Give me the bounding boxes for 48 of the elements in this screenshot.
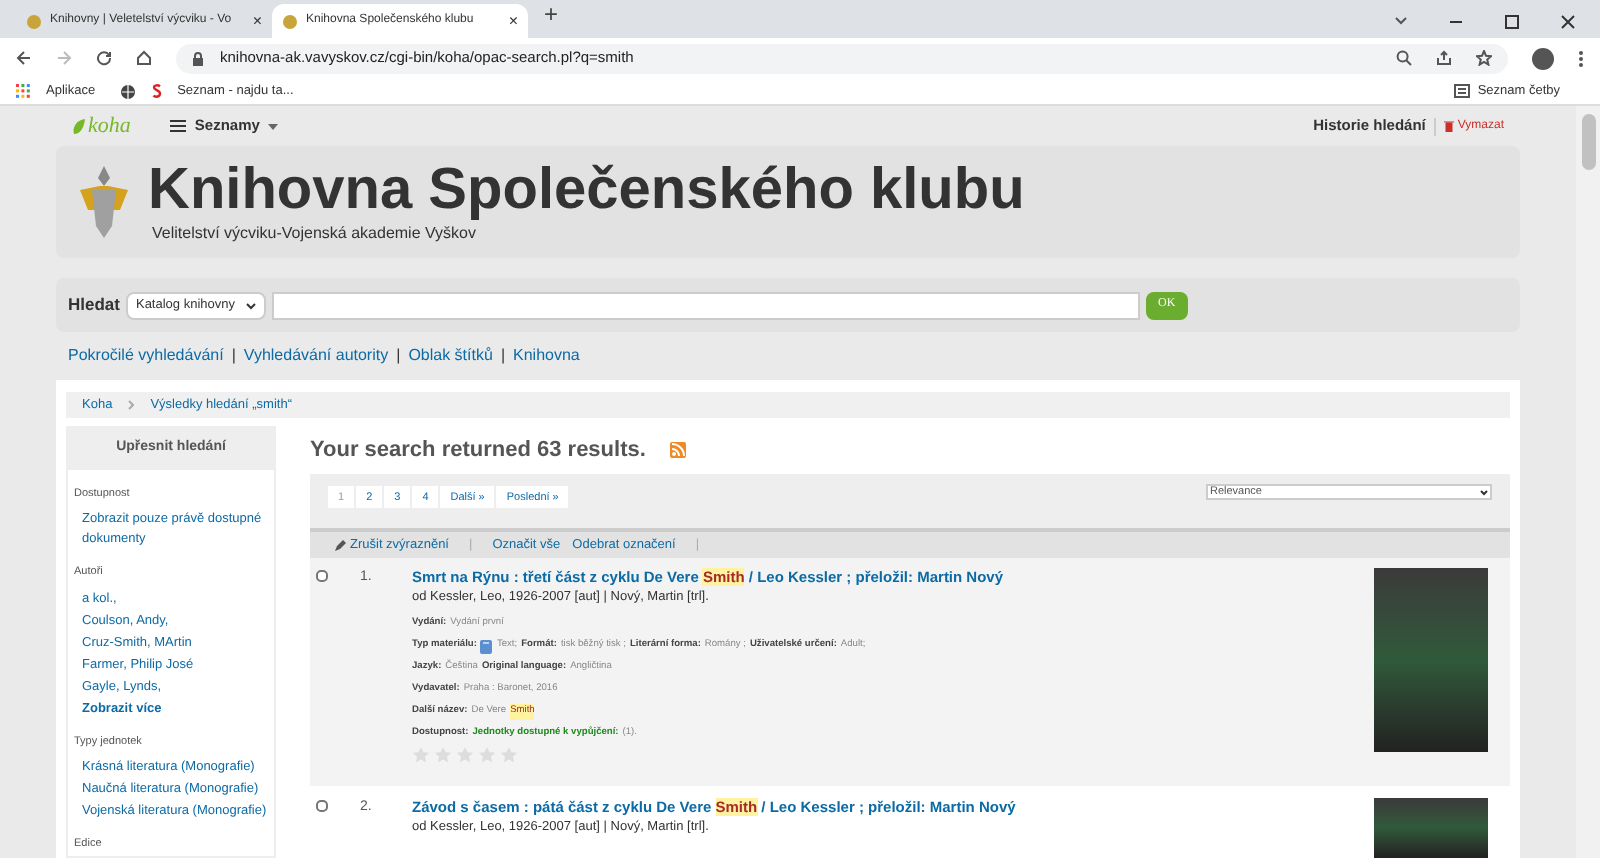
pencil-icon [334, 539, 346, 552]
close-icon[interactable]: × [508, 9, 518, 33]
list-icon [170, 120, 187, 132]
separator: | [396, 344, 401, 368]
scrollbar[interactable] [1576, 106, 1600, 858]
nav-link[interactable]: Knihovna [513, 344, 580, 368]
back-icon[interactable] [16, 50, 32, 66]
separator: | [500, 344, 506, 368]
site-title: Knihovna Společenského klubu [148, 158, 1025, 222]
share-icon[interactable] [1436, 50, 1452, 66]
close-icon[interactable]: × [252, 9, 262, 33]
chevron-down-icon[interactable] [1394, 14, 1408, 28]
leaf-icon [72, 117, 86, 135]
chevron-down-icon [1480, 489, 1488, 496]
separator: | [231, 344, 236, 368]
site-subtitle: Velitelství výcviku-Vojenská akademie Vyškov [150, 222, 478, 246]
new-tab-button[interactable]: + [544, 0, 559, 32]
chevron-down-icon [245, 301, 256, 309]
book-icon [480, 639, 493, 654]
emblem-icon [76, 162, 132, 242]
nav-link[interactable]: Vyhledávání autority [243, 344, 389, 368]
menu-icon[interactable] [1578, 49, 1584, 67]
nav-link[interactable]: Oblak štítků [408, 344, 493, 368]
nav-link[interactable]: Pokročilé vyhledávání [68, 344, 224, 368]
scrollbar-thumb[interactable] [1581, 114, 1595, 170]
caret-icon [267, 123, 278, 129]
results-summary: Your search returned 63 results. [310, 435, 646, 466]
apps-grid-icon [16, 84, 30, 98]
home-icon[interactable] [136, 50, 152, 66]
chevron-right-icon [128, 400, 135, 410]
favicon-icon [282, 13, 298, 29]
zoom-icon[interactable] [1396, 50, 1412, 66]
select-checkbox[interactable] [316, 800, 328, 812]
search-label: Hledat [68, 292, 120, 318]
book-cover [1374, 798, 1488, 858]
favicon-icon [26, 13, 42, 29]
search-input[interactable] [271, 291, 1140, 319]
star-icon[interactable] [1476, 50, 1492, 66]
maximize-icon[interactable] [1504, 13, 1520, 29]
avatar-icon[interactable] [1532, 47, 1554, 69]
reload-icon[interactable] [96, 50, 112, 66]
s-logo-icon [151, 84, 162, 98]
globe-icon[interactable] [119, 83, 136, 99]
reading-list-icon[interactable] [1453, 84, 1470, 98]
select-checkbox[interactable] [316, 570, 328, 583]
lock-icon [192, 51, 204, 65]
close-icon[interactable] [1560, 13, 1576, 29]
trash-icon [1443, 120, 1454, 132]
